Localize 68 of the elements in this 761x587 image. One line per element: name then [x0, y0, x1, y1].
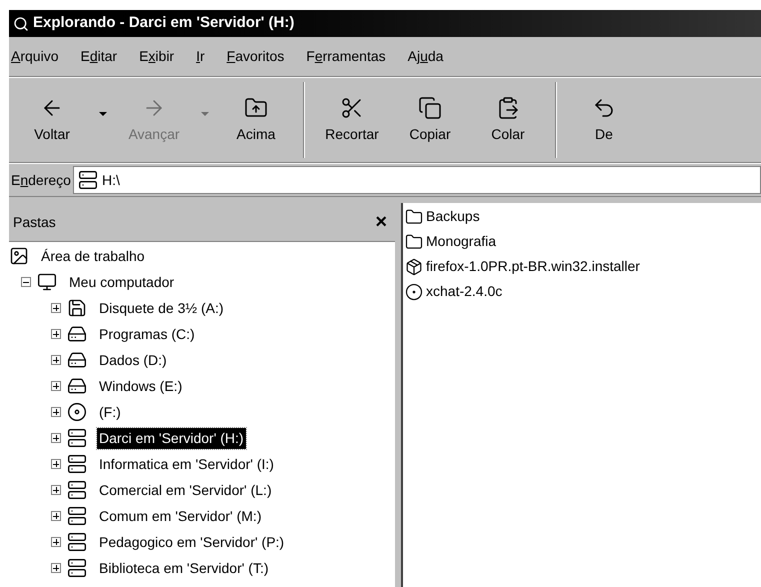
- search-icon: [13, 16, 29, 32]
- tree-item[interactable]: Dados (D:): [97, 350, 169, 370]
- server-icon: [67, 428, 87, 448]
- disc-icon: [67, 402, 87, 422]
- expander-toggle[interactable]: [51, 329, 61, 339]
- tree-item[interactable]: Windows (E:): [97, 376, 184, 396]
- server-icon: [67, 506, 87, 526]
- menu-item[interactable]: Exibir: [139, 46, 174, 67]
- pane-title: Pastas: [13, 212, 56, 232]
- drive-icon: [67, 350, 87, 370]
- menu-item[interactable]: Arquivo: [11, 46, 58, 67]
- file-item[interactable]: firefox-1.0PR.pt-BR.win32.installer: [426, 256, 640, 277]
- tree-item[interactable]: Programas (C:): [97, 324, 197, 344]
- tree-item[interactable]: Darci em 'Servidor' (H:): [97, 428, 246, 448]
- tree-item[interactable]: Área de trabalho: [39, 246, 147, 266]
- app-icon: [405, 282, 423, 300]
- expander-toggle[interactable]: [51, 407, 61, 417]
- menu-item[interactable]: Ferramentas: [306, 46, 386, 67]
- folder-icon: [405, 232, 423, 250]
- package-icon: [405, 258, 423, 276]
- toolbar-button[interactable]: Colar: [469, 85, 547, 155]
- drive-icon: [67, 376, 87, 396]
- tree-item[interactable]: Biblioteca em 'Servidor' (T:): [97, 558, 271, 578]
- expander-toggle[interactable]: [51, 563, 61, 573]
- expander-toggle[interactable]: [51, 381, 61, 391]
- tree-item[interactable]: Comercial em 'Servidor' (L:): [97, 480, 274, 500]
- server-icon: [67, 454, 87, 474]
- toolbar-button[interactable]: Voltar: [13, 85, 91, 155]
- dropdown-caret-icon[interactable]: [99, 112, 107, 116]
- toolbar-button[interactable]: De: [565, 85, 643, 155]
- tree-item[interactable]: Informatica em 'Servidor' (I:): [97, 454, 276, 474]
- expander-toggle[interactable]: [51, 537, 61, 547]
- file-item[interactable]: Backups: [426, 206, 480, 227]
- folder-icon: [405, 208, 423, 226]
- file-item[interactable]: Monografia: [426, 231, 496, 252]
- folder-up-icon: [244, 96, 268, 120]
- server-icon: [78, 170, 98, 190]
- expander-toggle[interactable]: [51, 485, 61, 495]
- address-label: Endereço: [10, 170, 72, 190]
- expander-toggle[interactable]: [51, 511, 61, 521]
- expander-toggle[interactable]: [51, 303, 61, 313]
- drive-icon: [67, 324, 87, 344]
- toolbar-button[interactable]: Copiar: [391, 85, 469, 155]
- address-field[interactable]: H:\: [72, 166, 761, 194]
- floppy-icon: [67, 298, 87, 318]
- tree-item[interactable]: Meu computador: [67, 272, 176, 292]
- expander-toggle[interactable]: [51, 355, 61, 365]
- expander-toggle[interactable]: [51, 433, 61, 443]
- menu-item[interactable]: Ajuda: [408, 46, 444, 67]
- menu-item[interactable]: Editar: [80, 46, 118, 67]
- server-icon: [67, 532, 87, 552]
- expander-toggle[interactable]: [21, 277, 31, 287]
- menu-item[interactable]: Ir: [196, 46, 205, 67]
- toolbar-button[interactable]: Acima: [217, 85, 295, 155]
- tree-item[interactable]: Pedagogico em 'Servidor' (P:): [97, 532, 286, 552]
- close-button[interactable]: ×: [375, 212, 387, 232]
- tree-item[interactable]: Disquete de 3½ (A:): [97, 298, 226, 318]
- tree-item[interactable]: (F:): [97, 402, 123, 422]
- expander-toggle[interactable]: [51, 459, 61, 469]
- menu-item[interactable]: Favoritos: [226, 46, 284, 67]
- toolbar-button[interactable]: Recortar: [313, 85, 391, 155]
- window-title: Explorando - Darci em 'Servidor' (H:): [33, 13, 294, 34]
- copy-icon: [418, 96, 442, 120]
- file-item[interactable]: xchat-2.4.0c: [426, 281, 502, 302]
- tree-item[interactable]: Comum em 'Servidor' (M:): [97, 506, 264, 526]
- server-icon: [67, 558, 87, 578]
- server-icon: [67, 480, 87, 500]
- computer-icon: [37, 272, 57, 292]
